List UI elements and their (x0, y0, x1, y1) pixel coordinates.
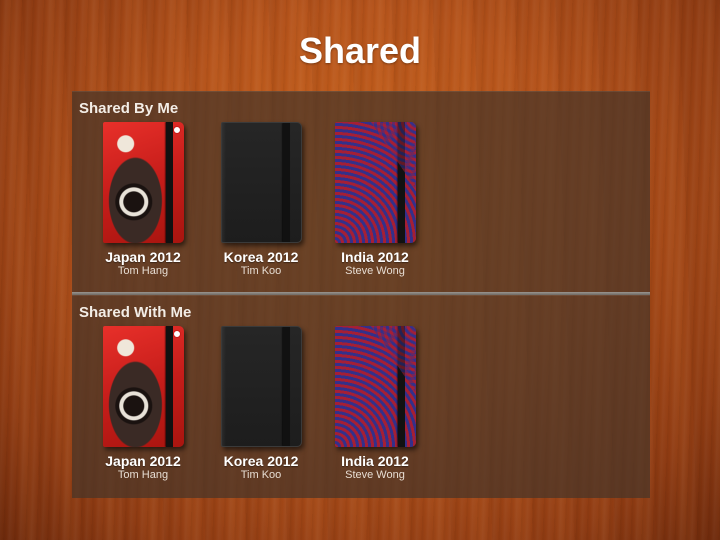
notebook-japan-2012[interactable]: Japan 2012 Tom Hang (78, 326, 208, 481)
notebook-owner: Tom Hang (117, 265, 169, 277)
notebook-japan-2012[interactable]: Japan 2012 Tom Hang (78, 122, 208, 277)
notebook-cover[interactable] (102, 326, 184, 447)
notebook-title: Korea 2012 (223, 453, 299, 469)
info-icon (172, 330, 181, 338)
notebook-india-2012[interactable]: India 2012 Steve Wong (310, 122, 440, 277)
notebook-cover[interactable] (102, 122, 184, 243)
notebook-title: Japan 2012 (105, 249, 181, 265)
notebook-cover[interactable] (334, 326, 416, 447)
elastic-band (397, 122, 405, 243)
notebook-title: India 2012 (341, 249, 409, 265)
notebook-cover[interactable] (334, 122, 416, 243)
page-title: Shared (298, 30, 422, 71)
notebook-owner: Tom Hang (117, 469, 169, 481)
elastic-band (165, 122, 173, 243)
elastic-band (397, 326, 405, 447)
notebook-cover[interactable] (220, 326, 302, 447)
notebook-owner: Steve Wong (345, 265, 405, 277)
shelf-title: Shared With Me (79, 304, 192, 321)
shelf-shared-by-me: Shared By Me Japan 2012 Tom Hang Korea 2… (72, 91, 650, 293)
elastic-band (282, 123, 290, 242)
notebook-owner: Tim Koo (240, 265, 282, 277)
notebook-korea-2012[interactable]: Korea 2012 Tim Koo (196, 122, 326, 277)
elastic-band (165, 326, 173, 447)
shelf-shared-with-me: Shared With Me Japan 2012 Tom Hang Korea… (72, 295, 650, 498)
notebook-korea-2012[interactable]: Korea 2012 Tim Koo (196, 326, 326, 481)
notebook-cover[interactable] (220, 122, 302, 243)
info-icon (172, 126, 181, 134)
notebook-owner: Tim Koo (240, 469, 282, 481)
notebook-title: Korea 2012 (223, 249, 299, 265)
elastic-band (282, 327, 290, 446)
notebook-title: Japan 2012 (105, 453, 181, 469)
notebook-india-2012[interactable]: India 2012 Steve Wong (310, 326, 440, 481)
shelf-title: Shared By Me (79, 100, 179, 117)
notebook-title: India 2012 (341, 453, 409, 469)
notebook-owner: Steve Wong (345, 469, 405, 481)
